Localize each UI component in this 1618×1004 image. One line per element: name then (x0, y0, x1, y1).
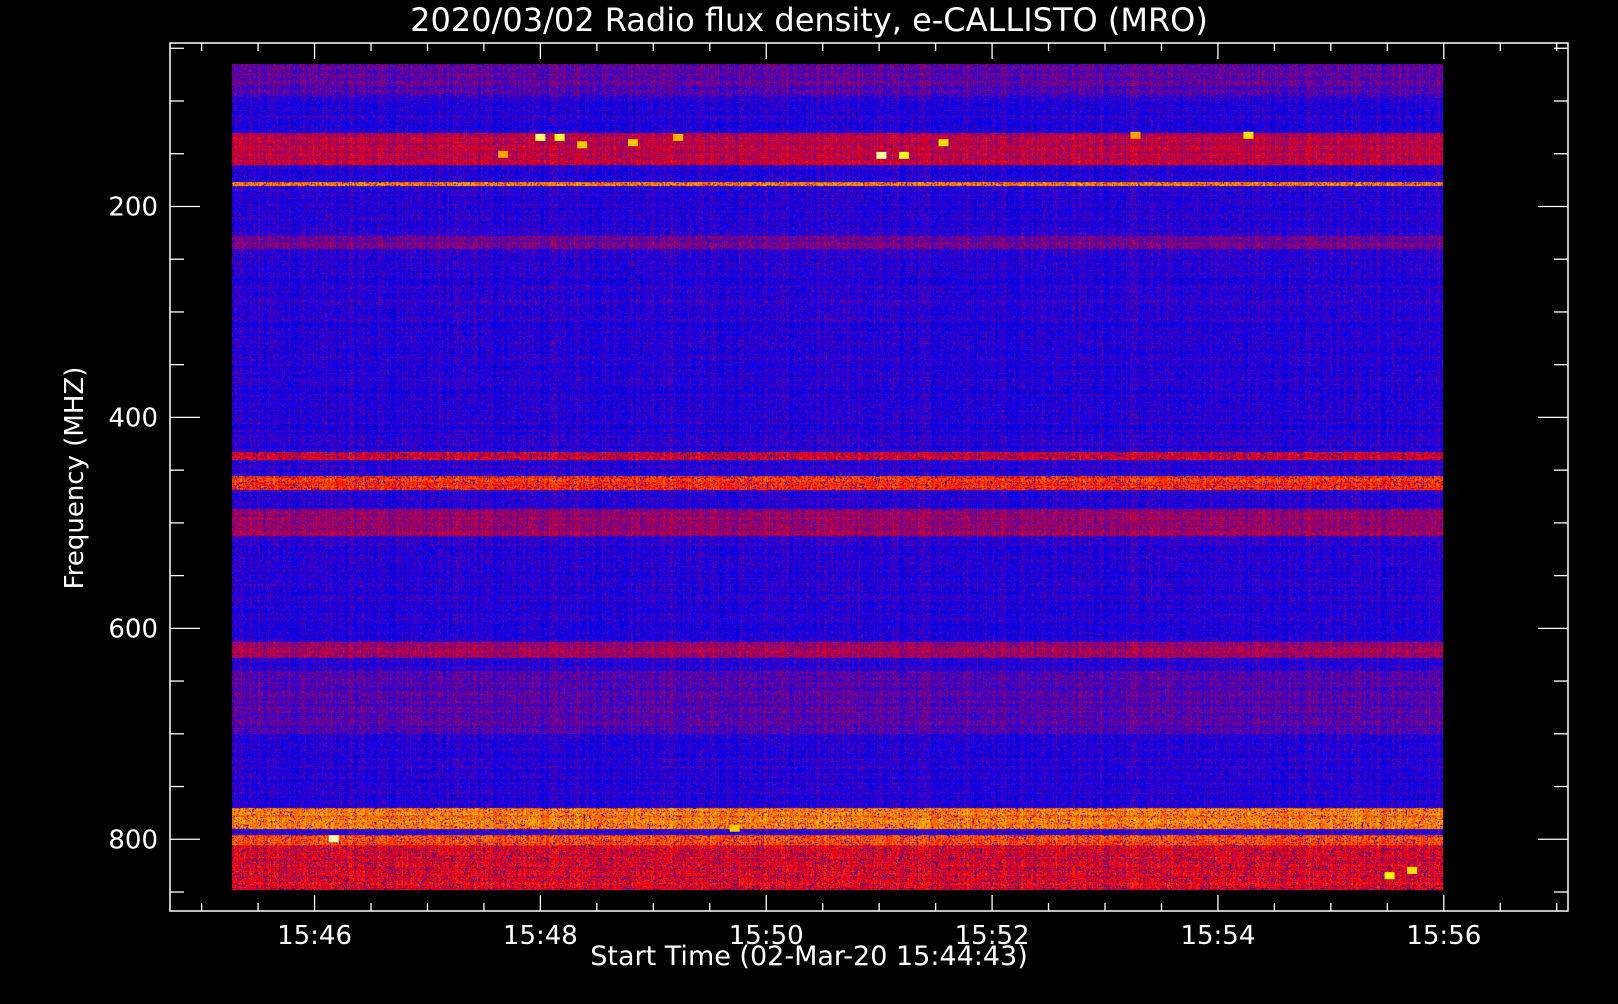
x-tick-label: 15:54 (1180, 921, 1255, 951)
burst-mark-13 (328, 835, 339, 843)
burst-mark-10 (1130, 131, 1141, 139)
burst-mark-7 (938, 139, 949, 147)
spectrogram-chart: 15:46 15:48 15:50 15:52 15:54 15:562004006008… (0, 0, 1618, 1000)
y-tick-label: 400 (108, 403, 158, 433)
y-tick-label: 600 (108, 614, 158, 644)
burst-mark-12 (1407, 866, 1418, 874)
burst-mark-14 (729, 824, 740, 832)
x-tick-label: 15:56 (1406, 921, 1481, 951)
spectrogram-figure: 15:46 15:48 15:50 15:52 15:54 15:56 200 400 600 8… (0, 0, 1618, 1000)
x-tick-label: 15:46 (277, 921, 352, 951)
x-tick-label: 15:48 (503, 921, 578, 951)
burst-mark-1 (554, 133, 565, 141)
burst-mark-11 (1384, 872, 1395, 880)
burst-mark-4 (673, 133, 684, 141)
burst-mark-3 (627, 139, 638, 147)
chart-title: 2020/03/02 Radio flux density, e-CALLIST… (410, 1, 1208, 39)
burst-mark-2 (577, 141, 588, 149)
burst-mark-9 (1243, 131, 1254, 139)
burst-mark-6 (899, 151, 910, 159)
x-axis-label: Start Time (02-Mar-20 15:44:43) (590, 941, 1028, 972)
y-axis-label: Frequency (MHZ) (60, 367, 90, 590)
y-tick-label: 800 (108, 825, 158, 855)
spectrogram-image (232, 64, 1444, 891)
burst-mark-5 (876, 151, 887, 159)
spectrogram-heatmap (232, 64, 1444, 891)
y-tick-label: 200 (108, 192, 158, 222)
burst-mark-8 (498, 150, 509, 158)
burst-mark-0 (535, 133, 546, 141)
